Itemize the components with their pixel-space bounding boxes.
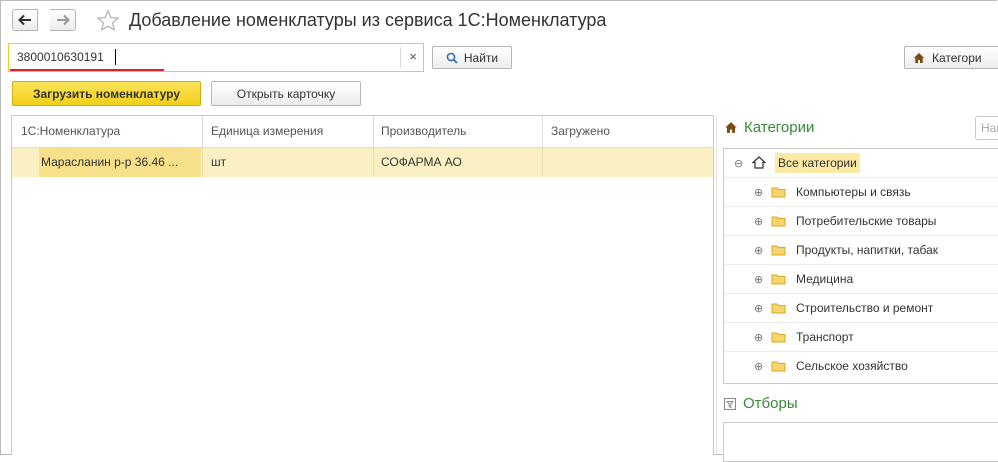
tree-item-root[interactable]: ⊖ Все категории: [724, 149, 998, 178]
expand-icon[interactable]: ⊕: [754, 244, 763, 257]
column-header-nomenclature[interactable]: 1С:Номенклатура: [21, 124, 120, 138]
text-caret: [115, 49, 116, 65]
row-separator: [373, 148, 374, 177]
tree-item[interactable]: ⊕ Потребительские товары: [724, 207, 998, 236]
tree-item-label: Строительство и ремонт: [796, 301, 934, 315]
folder-icon: [771, 186, 786, 201]
row-separator: [202, 148, 203, 177]
folder-icon: [771, 331, 786, 346]
column-separator: [542, 116, 543, 147]
search-separator: [400, 47, 401, 68]
highlight-underline: [10, 69, 164, 71]
tree-item[interactable]: ⊕ Сельское хозяйство: [724, 352, 998, 381]
categories-title: Категории: [744, 119, 815, 136]
home-icon: [913, 52, 925, 63]
column-separator: [373, 116, 374, 147]
cell-unit: шт: [211, 155, 227, 169]
tree-item[interactable]: ⊕ Компьютеры и связь: [724, 178, 998, 207]
folder-icon: [771, 244, 786, 259]
search-value: 3800010630191: [17, 50, 104, 64]
table-row[interactable]: Марасланин р-р 36.46 ... шт СОФАРМА АО: [12, 148, 713, 177]
tree-item-label: Все категории: [775, 153, 860, 173]
expand-icon[interactable]: ⊕: [754, 186, 763, 199]
column-header-manufacturer[interactable]: Производитель: [381, 124, 466, 138]
tree-item-label: Продукты, напитки, табак: [796, 243, 939, 257]
filter-icon: [724, 397, 736, 410]
find-button[interactable]: Найти: [432, 46, 512, 69]
expand-icon[interactable]: ⊕: [754, 273, 763, 286]
open-card-button[interactable]: Открыть карточку: [211, 81, 361, 106]
folder-icon: [771, 302, 786, 317]
arrow-right-icon: [56, 14, 70, 26]
back-button[interactable]: [12, 9, 38, 31]
column-separator: [202, 116, 203, 147]
tree-item-label: Транспорт: [796, 330, 854, 344]
window-title: Добавление номенклатуры из сервиса 1С:Но…: [129, 10, 607, 30]
categories-button-label: Категори: [932, 50, 982, 65]
load-nomenclature-button[interactable]: Загрузить номенклатуру: [12, 81, 201, 106]
tree-item[interactable]: ⊕ Строительство и ремонт: [724, 294, 998, 323]
folder-icon: [771, 215, 786, 230]
tree-item[interactable]: ⊕ Медицина: [724, 265, 998, 294]
categories-header: Категории: [724, 119, 814, 136]
filters-box: [723, 422, 998, 462]
folder-icon: [771, 273, 786, 288]
search-icon: [446, 52, 458, 64]
tree-item-label: Потребительские товары: [796, 214, 937, 228]
expand-icon[interactable]: ⊕: [754, 360, 763, 373]
home-outline-icon: [751, 156, 767, 172]
forward-button[interactable]: [50, 9, 76, 31]
categories-search-input[interactable]: Най: [975, 116, 998, 140]
find-label: Найти: [463, 50, 499, 65]
tree-item-label: Компьютеры и связь: [796, 185, 911, 199]
categories-tree: ⊖ Все категории ⊕ Компьютеры и связь ⊕ П…: [723, 148, 998, 384]
arrow-left-icon: [18, 14, 31, 26]
row-separator: [542, 148, 543, 177]
cell-manufacturer: СОФАРМА АО: [381, 155, 462, 169]
column-header-unit[interactable]: Единица измерения: [211, 124, 323, 138]
filters-header: Отборы: [723, 395, 798, 412]
filters-title: Отборы: [743, 395, 798, 412]
favorite-star-icon[interactable]: [96, 9, 120, 36]
tree-item-label: Медицина: [796, 272, 854, 286]
panel-divider: [716, 115, 717, 455]
column-header-loaded[interactable]: Загружено: [551, 124, 610, 138]
table-header: 1С:Номенклатура Единица измерения Произв…: [12, 116, 713, 148]
nomenclature-table: 1С:Номенклатура Единица измерения Произв…: [11, 115, 714, 455]
search-input[interactable]: 3800010630191 ×: [8, 43, 424, 72]
expand-icon[interactable]: ⊕: [754, 215, 763, 228]
home-icon: [725, 122, 737, 133]
expand-icon[interactable]: ⊕: [754, 302, 763, 315]
categories-button[interactable]: Категори: [904, 46, 998, 69]
expand-icon[interactable]: ⊕: [754, 331, 763, 344]
cell-nomenclature: Марасланин р-р 36.46 ...: [41, 155, 179, 169]
tree-item[interactable]: ⊕ Транспорт: [724, 323, 998, 352]
tree-item[interactable]: ⊕ Продукты, напитки, табак: [724, 236, 998, 265]
tree-item-label: Сельское хозяйство: [796, 359, 908, 373]
collapse-icon[interactable]: ⊖: [734, 157, 743, 170]
folder-icon: [771, 360, 786, 375]
clear-icon[interactable]: ×: [409, 49, 417, 64]
